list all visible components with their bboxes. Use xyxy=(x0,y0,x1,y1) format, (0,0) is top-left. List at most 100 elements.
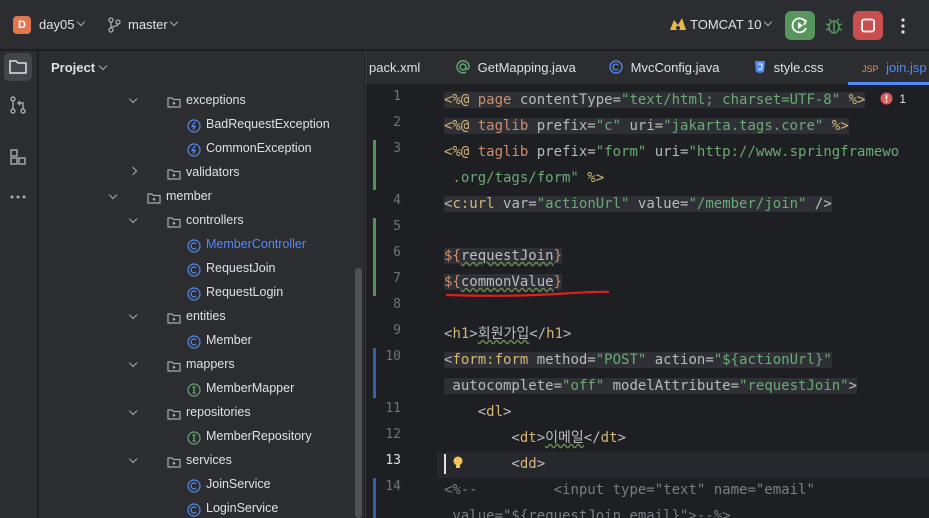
chevron-down-icon[interactable] xyxy=(128,358,138,368)
code-token: ${ xyxy=(444,248,461,264)
chevron-down-icon[interactable] xyxy=(128,214,138,224)
debug-button[interactable] xyxy=(820,12,848,40)
tree-item[interactable]: repositories xyxy=(39,400,349,424)
scrollbar[interactable] xyxy=(355,268,362,518)
line-number[interactable]: 2 xyxy=(366,115,401,130)
line-number[interactable]: 7 xyxy=(366,271,401,286)
tree-item[interactable]: Member xyxy=(39,328,349,352)
code-token: <input type="text" name="email" xyxy=(519,482,815,498)
branch-name[interactable]: master xyxy=(128,17,168,32)
chevron-down-icon[interactable] xyxy=(98,61,108,71)
more-actions-button[interactable] xyxy=(888,12,918,40)
tree-item[interactable]: CommonException xyxy=(39,136,349,160)
code-token: 회원가입 xyxy=(477,326,530,342)
tab-label: MvcConfig.java xyxy=(630,60,720,75)
commit-tool-button[interactable] xyxy=(4,91,32,119)
code-line[interactable]: <%@ page contentType="text/html; charset… xyxy=(444,87,866,113)
change-marker[interactable] xyxy=(373,218,376,296)
line-number[interactable]: 9 xyxy=(366,323,401,338)
tab-join-jsp[interactable]: JSP join.jsp xyxy=(862,51,927,85)
structure-tool-button[interactable] xyxy=(4,143,32,171)
tree-item[interactable]: validators xyxy=(39,160,349,184)
tree-item[interactable]: member xyxy=(39,184,349,208)
code-line[interactable]: autocomplete="off" modelAttribute="reque… xyxy=(444,373,858,399)
chevron-down-icon[interactable] xyxy=(128,310,138,320)
tab-pack-xml[interactable]: pack.xml xyxy=(369,51,420,85)
code-line[interactable]: <dt>이메일</dt> xyxy=(444,425,626,451)
tree-item[interactable]: RequestLogin xyxy=(39,280,349,304)
line-number[interactable]: 4 xyxy=(366,193,401,208)
project-badge[interactable]: D xyxy=(13,16,31,34)
code-line[interactable]: ${requestJoin} xyxy=(444,243,563,269)
tree-item[interactable]: JoinService xyxy=(39,472,349,496)
line-number[interactable]: 5 xyxy=(366,219,401,234)
git-branch-icon[interactable] xyxy=(107,17,121,33)
tree-item[interactable]: exceptions xyxy=(39,88,349,112)
tree-item[interactable]: services xyxy=(39,448,349,472)
chevron-down-icon[interactable] xyxy=(128,454,138,464)
code-line[interactable]: <%@ taglib prefix="c" uri="jakarta.tags.… xyxy=(444,113,849,139)
code-line[interactable]: <%-- <input type="text" name="email" xyxy=(444,477,815,503)
chevron-down-icon[interactable] xyxy=(128,406,138,416)
line-number[interactable]: 1 xyxy=(366,89,401,104)
annotation-icon xyxy=(456,60,470,74)
tree-item[interactable]: BadRequestException xyxy=(39,112,349,136)
tree-item[interactable]: entities xyxy=(39,304,349,328)
code-token: form:form xyxy=(452,352,529,368)
tab-label: GetMapping.java xyxy=(477,60,576,75)
active-tab-indicator xyxy=(848,82,929,85)
change-marker[interactable] xyxy=(373,140,376,190)
code-token: > xyxy=(536,456,546,472)
tree-item[interactable]: LoginService xyxy=(39,496,349,518)
chevron-down-icon[interactable] xyxy=(108,190,118,200)
code-line[interactable]: <c:url var="actionUrl" value="/member/jo… xyxy=(444,191,832,217)
tab-style-css[interactable]: style.css xyxy=(754,51,823,85)
code-line[interactable]: <form:form method="POST" action="${actio… xyxy=(444,347,832,373)
stop-button[interactable] xyxy=(853,11,883,40)
code-line[interactable]: <dd> xyxy=(444,451,545,477)
code-line[interactable]: <dl> xyxy=(444,399,512,425)
change-marker[interactable] xyxy=(373,478,376,518)
tree-item[interactable]: controllers xyxy=(39,208,349,232)
line-number[interactable]: 6 xyxy=(366,245,401,260)
code-line[interactable]: .org/tags/form" %> xyxy=(444,165,604,191)
tab-getmapping[interactable]: GetMapping.java xyxy=(456,51,576,85)
tree-item-label: services xyxy=(186,453,232,467)
line-number[interactable]: 3 xyxy=(366,141,401,156)
project-tool-button[interactable] xyxy=(4,53,32,81)
chevron-right-icon[interactable] xyxy=(128,166,138,176)
inspection-widget[interactable]: 1 xyxy=(880,92,906,106)
class-icon xyxy=(187,333,201,349)
tree-item[interactable]: MemberController xyxy=(39,232,349,256)
line-number[interactable]: 10 xyxy=(366,349,401,364)
change-marker[interactable] xyxy=(373,348,376,398)
panel-title[interactable]: Project xyxy=(51,60,95,75)
tomcat-icon[interactable] xyxy=(668,16,688,34)
line-number[interactable]: 11 xyxy=(366,401,401,416)
line-number[interactable]: 14 xyxy=(366,479,401,494)
code-line[interactable]: <h1>회원가입</h1> xyxy=(444,321,571,347)
chevron-down-icon[interactable] xyxy=(128,94,138,104)
class-icon xyxy=(187,501,201,517)
more-tools-button[interactable] xyxy=(4,183,32,211)
code-token: "text/html; charset=UTF-8" xyxy=(621,92,841,108)
tree-item[interactable]: MemberRepository xyxy=(39,424,349,448)
code-token: > xyxy=(536,430,546,446)
rerun-button[interactable] xyxy=(785,11,815,40)
line-number[interactable]: 8 xyxy=(366,297,401,312)
code-token: <%@ xyxy=(444,144,478,160)
code-line[interactable]: value="${requestJoin.email}">--%> xyxy=(444,503,730,518)
chevron-down-icon[interactable] xyxy=(169,17,179,27)
code-token: <%-- xyxy=(444,482,478,498)
project-name[interactable]: day05 xyxy=(39,17,74,32)
run-config-label[interactable]: TOMCAT 10 xyxy=(690,17,762,32)
chevron-down-icon[interactable] xyxy=(76,17,86,27)
line-number[interactable]: 12 xyxy=(366,427,401,442)
line-number[interactable]: 13 xyxy=(366,453,401,468)
tab-mvcconfig[interactable]: MvcConfig.java xyxy=(609,51,720,85)
chevron-down-icon[interactable] xyxy=(763,17,773,27)
code-line[interactable]: <%@ taglib prefix="form" uri="http://www… xyxy=(444,139,899,165)
tree-item[interactable]: RequestJoin xyxy=(39,256,349,280)
tree-item[interactable]: MemberMapper xyxy=(39,376,349,400)
tree-item[interactable]: mappers xyxy=(39,352,349,376)
